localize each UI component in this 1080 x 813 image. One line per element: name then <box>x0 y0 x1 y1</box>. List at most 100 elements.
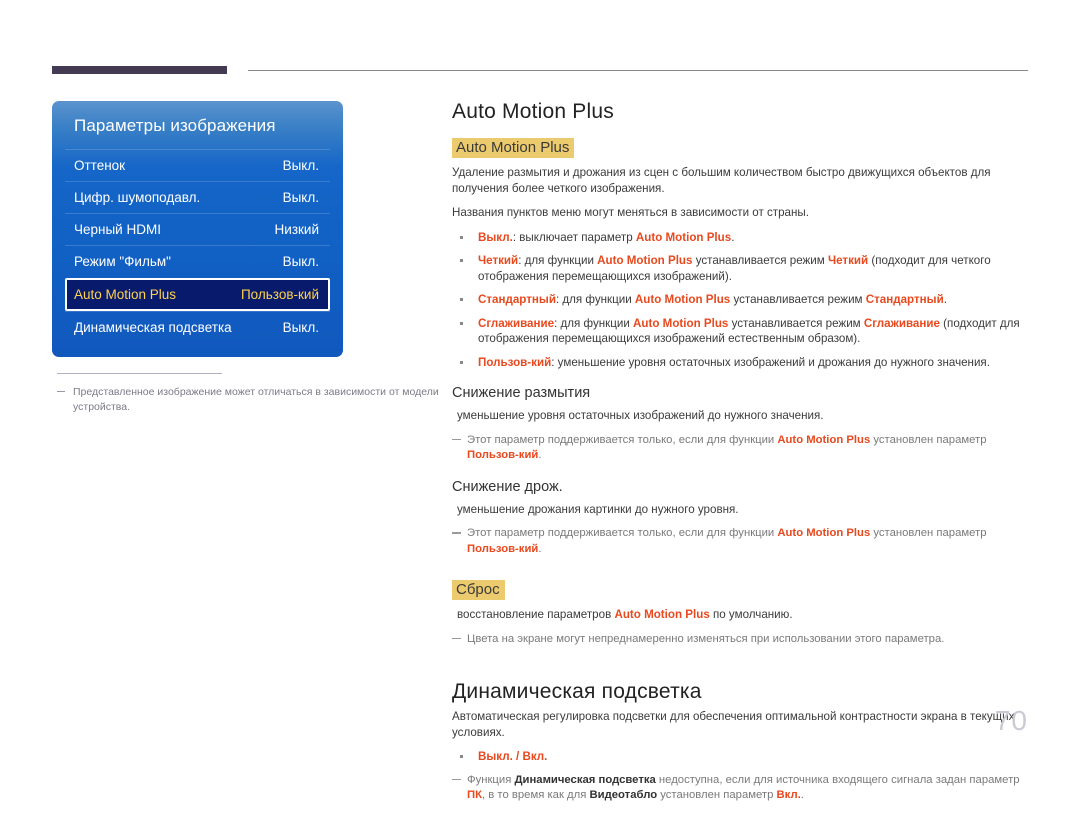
note-reset-colors: Цвета на экране могут непреднамеренно из… <box>452 632 1032 648</box>
osd-picture-options-panel: Параметры изображения Оттенок Выкл. Цифр… <box>52 101 343 357</box>
osd-row-value: Выкл. <box>282 190 319 205</box>
note-blur-reduction: Этот параметр поддерживается только, есл… <box>452 433 1032 464</box>
paragraph-amp-description: Удаление размытия и дрожания из сцен с б… <box>452 166 991 195</box>
bullet-term: Выкл. <box>478 230 513 244</box>
note-emphasis-videowall: Видеотабло <box>589 789 658 801</box>
osd-row-label: Черный HDMI <box>74 222 161 237</box>
bullet-emphasis-2: Стандартный <box>865 293 944 306</box>
osd-row-value: Выкл. <box>282 254 319 269</box>
osd-row-film-mode[interactable]: Режим "Фильм" Выкл. <box>65 245 330 277</box>
left-illustration-column: Параметры изображения Оттенок Выкл. Цифр… <box>52 101 439 415</box>
osd-row-value: Выкл. <box>282 158 319 173</box>
page-number: 70 <box>994 705 1028 736</box>
osd-row-dynamic-backlight[interactable]: Динамическая подсветка Выкл. <box>65 311 330 343</box>
reset-emphasis: Auto Motion Plus <box>614 608 710 621</box>
list-item: Пользов-кий: уменьшение уровня остаточны… <box>452 355 1032 371</box>
reset-text: восстановление параметров <box>457 608 615 621</box>
note-dynamic-backlight-unavailable: Функция Динамическая подсветка недоступн… <box>452 773 1032 804</box>
osd-row-label: Динамическая подсветка <box>74 320 232 335</box>
note-dash-icon <box>57 391 65 392</box>
bullet-emphasis: Auto Motion Plus <box>635 230 732 244</box>
note-text-2: недоступна, если для источника входящего… <box>655 773 1020 786</box>
note-text-4: установлен параметр <box>657 789 777 801</box>
osd-row-value: Выкл. <box>282 320 319 335</box>
note-text-tail: . <box>800 789 804 801</box>
bullet-term: Стандартный <box>478 293 556 306</box>
note-text-2: установлен параметр <box>870 433 987 446</box>
note-text-tail: . <box>538 449 542 461</box>
osd-row-label: Цифр. шумоподавл. <box>74 190 201 205</box>
note-dash-icon <box>452 637 461 639</box>
osd-row-label: Режим "Фильм" <box>74 254 171 269</box>
heading-blur-reduction: Снижение размытия <box>452 385 591 401</box>
list-item: Выкл.: выключает параметр Auto Motion Pl… <box>452 230 1032 246</box>
header-divider-line <box>248 70 1028 71</box>
list-item: Сглаживание: для функции Auto Motion Plu… <box>452 316 1032 347</box>
subsection-heading-reset: Сброс <box>452 580 505 600</box>
bullet-text-tail: . <box>943 293 947 306</box>
note-text: Этот параметр поддерживается только, есл… <box>467 433 778 446</box>
note-emphasis: Auto Motion Plus <box>777 433 871 446</box>
paragraph-menu-names-note: Названия пунктов меню могут меняться в з… <box>452 206 809 219</box>
reset-text-tail: по умолчанию. <box>709 608 793 621</box>
bullet-text: : для функции <box>518 254 598 267</box>
osd-row-value: Пользов-кий <box>240 287 319 302</box>
bullet-emphasis-2: Сглаживание <box>863 316 940 330</box>
note-text: Цвета на экране могут непреднамеренно из… <box>467 632 945 645</box>
note-dash-icon <box>452 438 461 440</box>
note-emphasis-2: Пользов-кий <box>467 449 539 461</box>
bullet-term: Пользов-кий <box>478 355 552 369</box>
list-item: Выкл. / Вкл. <box>452 749 1032 765</box>
osd-panel-title: Параметры изображения <box>74 116 276 135</box>
bullet-emphasis: Auto Motion Plus <box>634 293 731 306</box>
paragraph-reset: восстановление параметров Auto Motion Pl… <box>457 607 1032 623</box>
bullet-text-2: устанавливается режим <box>692 254 828 267</box>
osd-row-label: Auto Motion Plus <box>74 287 177 302</box>
osd-row-auto-motion-plus[interactable]: Auto Motion Plus Пользов-кий <box>65 278 330 311</box>
note-text-3: , в то время как для <box>482 789 590 801</box>
osd-row-digital-noise-filter[interactable]: Цифр. шумоподавл. Выкл. <box>65 181 330 213</box>
note-emphasis-2: Пользов-кий <box>467 542 539 555</box>
section-title-auto-motion-plus: Auto Motion Plus <box>452 100 614 123</box>
note-text: Функция <box>467 773 515 786</box>
list-item: Стандартный: для функции Auto Motion Plu… <box>452 292 1032 308</box>
main-content-column: Auto Motion Plus Auto Motion Plus Удален… <box>452 100 1032 813</box>
panel-note-divider <box>57 373 222 374</box>
bullet-term: Четкий <box>478 254 519 267</box>
subsection-heading-auto-motion-plus: Auto Motion Plus <box>452 138 575 158</box>
panel-note-text: Представленное изображение может отличат… <box>73 386 439 413</box>
osd-row-value: Низкий <box>274 222 319 237</box>
list-item: Четкий: для функции Auto Motion Plus уст… <box>452 253 1032 284</box>
bullet-text: : для функции <box>555 293 635 306</box>
bullet-term: Сглаживание <box>478 316 555 330</box>
bullet-emphasis: Auto Motion Plus <box>633 316 729 330</box>
page-header-rule <box>52 66 1028 74</box>
note-emphasis-pc: ПК <box>467 789 483 801</box>
bullet-text: : для функции <box>554 316 634 330</box>
panel-disclaimer-note: Представленное изображение может отличат… <box>57 385 443 415</box>
section-title-dynamic-backlight: Динамическая подсветка <box>452 680 702 703</box>
note-judder-reduction: Этот параметр поддерживается только, есл… <box>452 526 1032 557</box>
bullet-text-2: устанавливается режим <box>730 293 866 306</box>
paragraph-dynamic-backlight: Автоматическая регулировка подсветки для… <box>452 710 1015 739</box>
paragraph-blur-reduction: уменьшение уровня остаточных изображений… <box>457 409 824 422</box>
osd-row-tint[interactable]: Оттенок Выкл. <box>65 149 330 181</box>
note-text-2: установлен параметр <box>870 527 987 539</box>
bullet-text-2: устанавливается режим <box>728 316 864 330</box>
amp-option-list: Выкл.: выключает параметр Auto Motion Pl… <box>452 230 1032 371</box>
bullet-emphasis-2: Четкий <box>827 254 869 267</box>
bullet-text: : уменьшение уровня остаточных изображен… <box>551 355 990 369</box>
dynamic-backlight-option-list: Выкл. / Вкл. <box>452 749 1032 765</box>
osd-row-hdmi-black-level[interactable]: Черный HDMI Низкий <box>65 213 330 245</box>
note-text: Этот параметр поддерживается только, есл… <box>467 527 778 539</box>
bullet-text-tail: . <box>731 230 735 244</box>
note-text-tail: . <box>538 542 542 555</box>
note-dash-icon <box>452 532 461 534</box>
bullet-text: : выключает параметр <box>512 230 636 244</box>
header-accent-block <box>52 66 227 74</box>
osd-row-label: Оттенок <box>74 158 126 173</box>
heading-judder-reduction: Снижение дрож. <box>452 478 563 495</box>
note-emphasis-feature: Динамическая подсветка <box>514 773 656 786</box>
note-emphasis-on: Вкл. <box>776 789 801 801</box>
bullet-emphasis: Auto Motion Plus <box>597 254 693 267</box>
